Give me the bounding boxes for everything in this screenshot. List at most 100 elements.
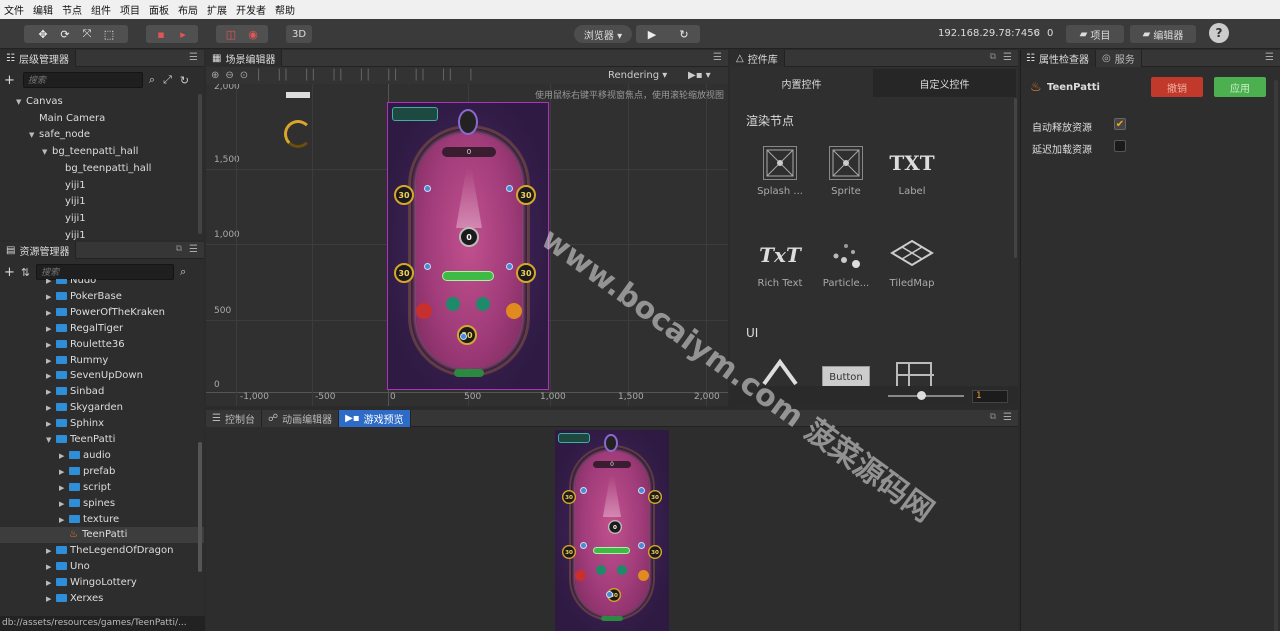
tree-node[interactable]: yiji1 [0,228,204,240]
align-tools-icon[interactable]: ▏▕▏▕▏▕▏▕▏▕▏▕▏▕▏▕ [258,70,477,81]
expand-arrow-icon[interactable]: ▶ [59,496,69,512]
tree-node[interactable]: ▼ bg_teenpatti_hall [0,144,204,160]
anchor-pivot-icon[interactable]: ▪ [150,25,172,43]
expand-arrow-icon[interactable]: ▼ [29,127,39,143]
menu-item[interactable]: 节点 [62,2,82,17]
tab-library[interactable]: △ 控件库 [730,50,785,67]
folder-asset[interactable]: ▶ Sphinx [0,416,204,432]
expand-arrow-icon[interactable]: ▼ [16,94,26,110]
zoom-slider[interactable] [888,395,964,397]
tab-hierarchy[interactable]: ☷ 层级管理器 [0,50,76,67]
node-particle[interactable]: Particle... [818,238,874,308]
folder-asset[interactable]: ▶ Skygarden [0,400,204,416]
expand-arrow-icon[interactable]: ▶ [59,512,69,528]
rendering-select[interactable]: Rendering ▾ [608,70,667,81]
expand-arrow-icon[interactable]: ▶ [46,416,56,432]
expand-arrow-icon[interactable]: ▶ [59,480,69,496]
refresh-icon[interactable]: ↻ [668,25,700,43]
expand-arrow-icon[interactable]: ▶ [46,353,56,369]
search-icon[interactable]: ⌕ [149,73,155,87]
hierarchy-scrollbar[interactable] [198,94,202,234]
expand-arrow-icon[interactable]: ▶ [59,448,69,464]
lazy-load-checkbox[interactable] [1114,140,1126,152]
menu-item[interactable]: 帮助 [275,2,295,17]
folder-asset[interactable]: ▶ script [0,480,204,496]
tab-inspector[interactable]: ☷ 属性检查器 [1020,50,1096,67]
menu-item[interactable]: 开发者 [236,2,266,17]
folder-asset[interactable]: ▶ prefab [0,464,204,480]
tab-custom[interactable]: 自定义控件 [873,69,1016,97]
inspector-scrollbar[interactable] [1274,80,1278,631]
tab-console[interactable]: ☰ 控制台 [206,410,262,427]
panel-popout-icon[interactable]: ⧉ [990,412,996,422]
tree-node[interactable]: Main Camera [0,111,204,127]
node-sprite[interactable]: Sprite [818,146,874,216]
button-widget-icon[interactable]: Button [822,366,870,388]
expand-arrow-icon[interactable]: ▶ [46,305,56,321]
folder-asset[interactable]: ▶ PokerBase [0,289,204,305]
play-icon[interactable]: ▶ [636,25,668,43]
mode-3d-button[interactable]: 3D [286,25,312,43]
expand-arrow-icon[interactable]: ▶ [46,400,56,416]
expand-arrow-icon[interactable]: ▶ [46,321,56,337]
tree-node[interactable]: yiji1 [0,178,204,194]
move-tool-icon[interactable]: ✥ [32,25,54,43]
menu-item[interactable]: 布局 [178,2,198,17]
folder-asset[interactable]: ▶ TheLegendOfDragon [0,543,204,559]
expand-arrow-icon[interactable]: ▶ [46,289,56,305]
folder-asset[interactable]: ▶ Rummy [0,353,204,369]
zoom-in-icon[interactable]: ⊕ [211,70,219,81]
folder-asset[interactable]: ▶ Uno [0,559,204,575]
tree-node[interactable]: yiji1 [0,194,204,210]
panel-menu-icon[interactable]: ☰ [1003,412,1012,423]
game-preview-canvas[interactable]: 0 30 30 30 30 30 0 [555,430,669,631]
coord-local-icon[interactable]: ◫ [220,25,242,43]
expand-arrow-icon[interactable]: ▶ [46,279,56,289]
folder-asset[interactable]: ▶ Xerxes [0,591,204,607]
rect-tool-icon[interactable]: ⬚ [98,25,120,43]
assets-search-input[interactable] [36,264,175,280]
zoom-input[interactable]: 1 [972,390,1008,403]
hierarchy-search-input[interactable] [22,72,143,88]
folder-asset[interactable]: ▶ Sinbad [0,384,204,400]
expand-arrow-icon[interactable]: ▶ [46,591,56,607]
folder-asset[interactable]: ▶ PowerOfTheKraken [0,305,204,321]
search-icon[interactable]: ⌕ [180,265,186,279]
zoom-reset-icon[interactable]: ⊙ [240,70,248,81]
add-icon[interactable]: + [4,265,15,280]
folder-asset[interactable]: ▶ audio [0,448,204,464]
sort-icon[interactable]: ⇅ [21,266,30,279]
locate-icon[interactable]: ⤢ [163,73,172,87]
revert-button[interactable]: 撤销 [1151,77,1203,97]
panel-menu-icon[interactable]: ☰ [713,52,722,63]
add-icon[interactable]: + [4,73,15,88]
tree-node[interactable]: yiji1 [0,211,204,227]
expand-arrow-icon[interactable]: ▼ [42,144,52,160]
scene-canvas[interactable]: 2,000 1,500 1,000 500 0 -1,000 -500 0 50… [206,84,728,406]
tree-node[interactable]: ▼ Canvas [0,94,204,110]
camera-icon[interactable]: ▶▪ ▾ [688,70,711,81]
menu-item[interactable]: 编辑 [33,2,53,17]
widget-icon[interactable] [760,356,800,389]
auto-release-checkbox[interactable]: ✔ [1114,118,1126,130]
editor-button[interactable]: ▰ 编辑器 [1130,25,1196,43]
tab-animation[interactable]: ☍ 动画编辑器 [261,410,340,427]
zoom-slider-handle[interactable] [917,391,926,400]
design-resolution-frame[interactable]: 0 30 30 30 30 30 0 [387,102,549,390]
anchor-local-icon[interactable]: ▸ [172,25,194,43]
tree-node[interactable]: bg_teenpatti_hall [0,161,204,177]
menu-item[interactable]: 扩展 [207,2,227,17]
library-scrollbar[interactable] [1014,98,1017,258]
expand-arrow-icon[interactable]: ▶ [46,543,56,559]
scene-asset[interactable]: ♨ TeenPatti [0,527,204,544]
tree-node[interactable]: ▼ safe_node [0,127,204,143]
apply-button[interactable]: 应用 [1214,77,1266,97]
browser-select[interactable]: 浏览器 ▾ [574,25,632,43]
folder-asset[interactable]: ▶ WingoLottery [0,575,204,591]
panel-menu-icon[interactable]: ☰ [189,244,198,255]
folder-asset[interactable]: ▶ SevenUpDown [0,368,204,384]
menu-item[interactable]: 文件 [4,2,24,17]
folder-asset[interactable]: ▼ TeenPatti [0,432,204,448]
menu-item[interactable]: 项目 [120,2,140,17]
panel-popout-icon[interactable]: ⧉ [176,244,182,254]
